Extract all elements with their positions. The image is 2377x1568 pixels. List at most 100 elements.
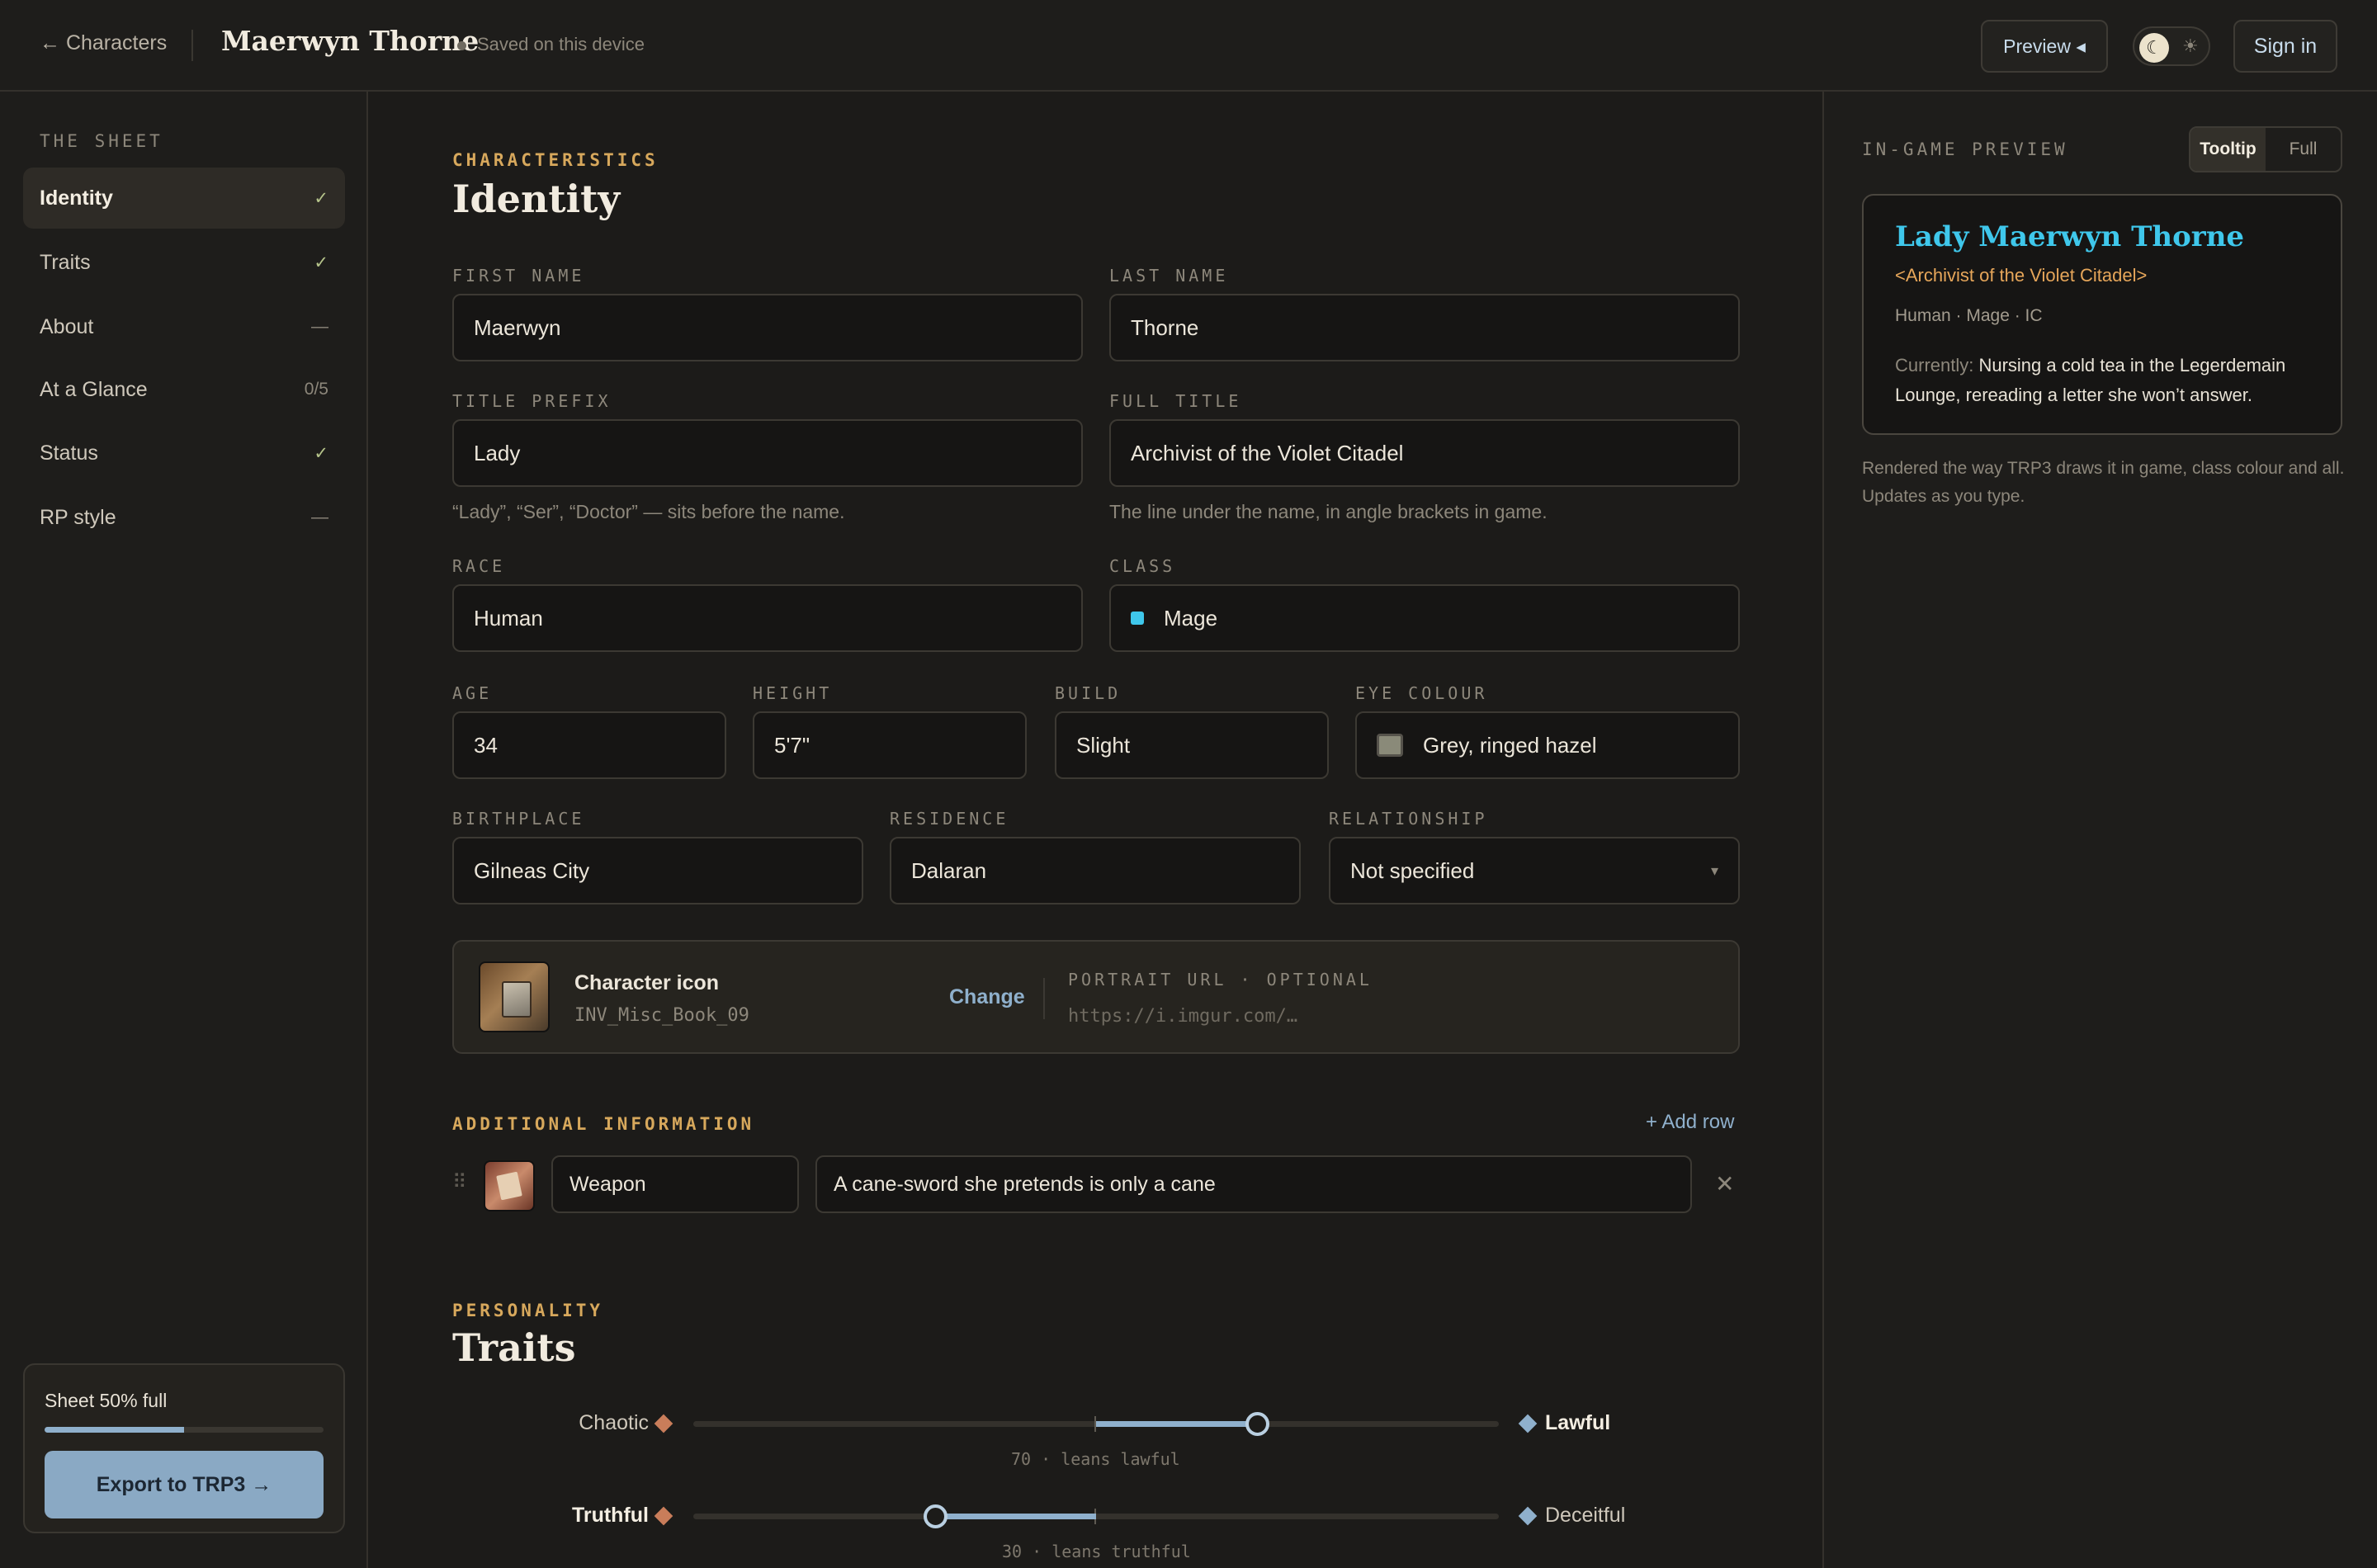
theme-toggle[interactable]: ☾ ☀	[2133, 26, 2210, 66]
check-icon: ✓	[314, 253, 328, 272]
sidebar-item-label: Traits	[40, 250, 91, 274]
check-icon: ✓	[314, 188, 328, 208]
count-badge: 0/5	[304, 380, 328, 399]
currently-label: Currently:	[1895, 355, 1974, 375]
top-bar: ← Characters Maerwyn Thorne Saved on thi…	[0, 0, 2377, 92]
info-row-value-input[interactable]: A cane-sword she pretends is only a cane	[815, 1155, 1692, 1213]
preview-currently: Currently: Nursing a cold tea in the Leg…	[1895, 351, 2324, 410]
progress-label: Sheet 50% full	[45, 1390, 168, 1411]
residence-label: RESIDENCE	[890, 809, 1009, 829]
progress-bar-fill	[45, 1427, 184, 1433]
first-name-label: FIRST NAME	[452, 266, 585, 286]
close-icon[interactable]: ✕	[1715, 1170, 1734, 1197]
page-title: Maerwyn Thorne	[221, 25, 480, 57]
portrait-url-label: PORTRAIT URL · OPTIONAL	[1068, 970, 1373, 989]
saved-status: Saved on this device	[477, 34, 645, 54]
trait-slider-track[interactable]	[693, 1412, 1499, 1436]
build-input[interactable]: Slight	[1055, 711, 1329, 779]
build-label: BUILD	[1055, 683, 1122, 703]
info-row-name-input[interactable]: Weapon	[551, 1155, 799, 1213]
sun-icon: ☀	[2182, 35, 2199, 56]
trait-slider-fill	[1096, 1421, 1258, 1427]
character-icon-title: Character icon	[574, 971, 720, 994]
eye-colour-label: EYE COLOUR	[1355, 683, 1488, 703]
sidebar-item-status[interactable]: Status ✓	[23, 423, 345, 484]
chevron-down-icon: ▾	[1710, 862, 1718, 879]
tab-full[interactable]: Full	[2266, 128, 2341, 171]
lawful-diamond-icon	[1518, 1414, 1538, 1433]
class-select[interactable]: Mage	[1109, 584, 1740, 652]
preview-character-meta: Human · Mage · IC	[1895, 306, 2043, 325]
trait-caption: 30 · leans truthful	[1002, 1542, 1191, 1561]
moon-icon: ☾	[2139, 33, 2169, 63]
sidebar-heading: THE SHEET	[40, 131, 163, 151]
divider	[191, 30, 193, 61]
section-heading-identity: Identity	[452, 177, 621, 221]
title-prefix-input[interactable]: Lady	[452, 419, 1083, 487]
change-icon-button[interactable]: Change	[949, 985, 1025, 1009]
sidebar-item-traits[interactable]: Traits ✓	[23, 232, 345, 293]
section-eyebrow: CHARACTERISTICS	[452, 150, 659, 170]
full-title-help: The line under the name, in angle bracke…	[1109, 501, 1548, 522]
section-heading-traits: Traits	[452, 1325, 576, 1370]
sidebar-item-label: At a Glance	[40, 377, 148, 401]
eye-colour-input[interactable]: Grey, ringed hazel	[1355, 711, 1740, 779]
height-input[interactable]: 5'7"	[753, 711, 1027, 779]
class-colour-swatch	[1131, 612, 1144, 625]
preview-note: Rendered the way TRP3 draws it in game, …	[1862, 459, 2345, 506]
deceitful-diamond-icon	[1518, 1506, 1538, 1526]
class-label: CLASS	[1109, 556, 1176, 576]
preview-character-title: <Archivist of the Violet Citadel>	[1895, 265, 2148, 286]
age-label: AGE	[452, 683, 493, 703]
first-name-input[interactable]: Maerwyn	[452, 294, 1083, 361]
tab-tooltip[interactable]: Tooltip	[2190, 128, 2266, 171]
full-title-input[interactable]: Archivist of the Violet Citadel	[1109, 419, 1740, 487]
residence-input[interactable]: Dalaran	[890, 837, 1301, 904]
last-name-label: LAST NAME	[1109, 266, 1229, 286]
title-prefix-help: “Lady”, “Ser”, “Doctor” — sits before th…	[452, 501, 845, 522]
trait-left-label: Truthful	[571, 1504, 649, 1527]
trait-slider-thumb[interactable]	[923, 1504, 947, 1528]
preview-panel: IN-GAME PREVIEW Tooltip Full Lady Maerwy…	[1822, 92, 2377, 1568]
sidebar-item-rp-style[interactable]: RP style —	[23, 487, 345, 548]
drag-handle-icon[interactable]: ⠿	[452, 1170, 467, 1194]
race-label: RACE	[452, 556, 506, 576]
sidebar-item-label: About	[40, 314, 94, 338]
incomplete-mark: —	[311, 508, 328, 527]
book-icon[interactable]	[479, 961, 550, 1032]
preview-button[interactable]: Preview ◂	[1981, 20, 2108, 73]
sign-in-button[interactable]: Sign in	[2233, 20, 2337, 73]
sheet-progress-card: Sheet 50% full Export to TRP3 →	[23, 1363, 345, 1533]
sidebar-item-at-a-glance[interactable]: At a Glance 0/5	[23, 359, 345, 420]
portrait-url-input[interactable]: https://i.imgur.com/…	[1068, 1006, 1297, 1027]
trait-right-label: Lawful	[1545, 1411, 1611, 1434]
sidebar-item-label: Status	[40, 441, 98, 465]
sidebar-item-identity[interactable]: Identity ✓	[23, 168, 345, 229]
race-input[interactable]: Human	[452, 584, 1083, 652]
check-icon: ✓	[314, 443, 328, 463]
chaotic-diamond-icon	[654, 1414, 673, 1433]
height-label: HEIGHT	[753, 683, 833, 703]
relationship-label: RELATIONSHIP	[1329, 809, 1488, 829]
sidebar-item-about[interactable]: About —	[23, 296, 345, 357]
birthplace-input[interactable]: Gilneas City	[452, 837, 863, 904]
back-to-characters-link[interactable]: ← Characters	[40, 31, 167, 55]
relationship-select[interactable]: Not specified ▾	[1329, 837, 1740, 904]
icon-code: INV_Misc_Book_09	[574, 1005, 749, 1026]
full-title-label: FULL TITLE	[1109, 391, 1242, 411]
incomplete-mark: —	[311, 317, 328, 336]
trait-left-label: Chaotic	[579, 1411, 649, 1434]
sidebar-item-label: RP style	[40, 505, 116, 529]
sidebar-item-label: Identity	[40, 186, 113, 210]
age-input[interactable]: 34	[452, 711, 726, 779]
trait-slider-thumb[interactable]	[1245, 1412, 1270, 1436]
last-name-input[interactable]: Thorne	[1109, 294, 1740, 361]
export-button[interactable]: Export to TRP3 →	[45, 1451, 324, 1518]
trait-caption: 70 · leans lawful	[1011, 1449, 1180, 1469]
trait-slider-track[interactable]	[693, 1504, 1499, 1528]
eye-colour-swatch[interactable]	[1377, 734, 1403, 757]
weapon-icon[interactable]	[484, 1160, 535, 1211]
preview-tabs: Tooltip Full	[2189, 126, 2342, 172]
add-row-button[interactable]: + Add row	[1646, 1111, 1734, 1134]
section-eyebrow: PERSONALITY	[452, 1301, 604, 1320]
